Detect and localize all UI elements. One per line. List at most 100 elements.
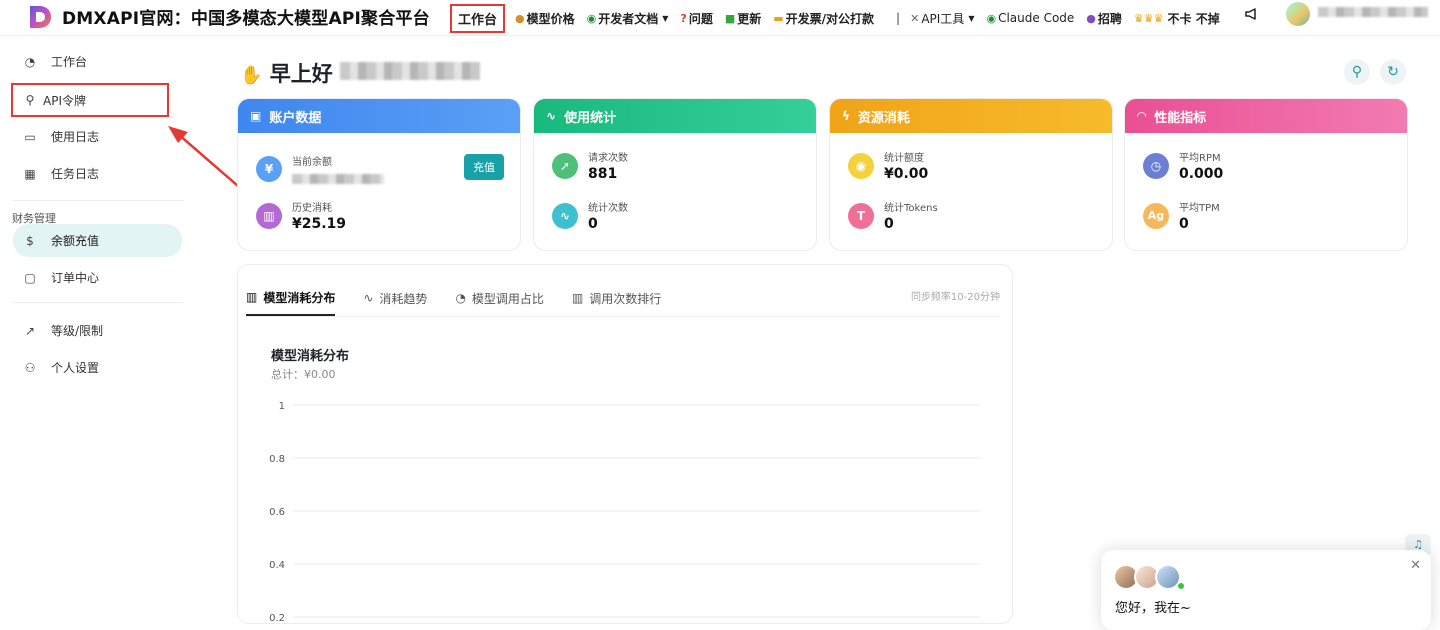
nav-workbench[interactable]: 工作台 [450, 3, 506, 33]
stat-tpm: Ag 平均TPM 0 [1143, 199, 1220, 232]
nav-updates-label: 更新 [737, 11, 762, 26]
waving-hand-icon: ✋ [240, 65, 263, 86]
y-tick-label: 0.8 [269, 454, 285, 465]
sidebar-item-api-token[interactable]: ⚲ API令牌 [11, 83, 169, 117]
chat-widget[interactable]: ✕ 您好，我在~ [1101, 550, 1431, 630]
nav-invoice[interactable]: ▬ 开发票/对公打款 [773, 10, 874, 27]
chevron-down-icon: ▼ [968, 13, 975, 23]
sidebar-item-label: 等级/限制 [51, 324, 104, 338]
stat-quota: ◉ 统计额度 ¥0.00 [848, 149, 928, 182]
nav-invoice-label: 开发票/对公打款 [785, 11, 875, 26]
stat-count-value: 0 [588, 216, 598, 232]
nav-updates[interactable]: ■ 更新 [725, 10, 761, 27]
recharge-button[interactable]: 充值 [464, 154, 504, 180]
sidebar-item-label: 任务日志 [51, 167, 100, 181]
nav-api-tools[interactable]: ✕ API工具 ▼ [910, 10, 974, 27]
sidebar-item-label: 工作台 [51, 55, 88, 69]
close-icon[interactable]: ✕ [1410, 558, 1421, 573]
sidebar-item-settings[interactable]: ⚇ 个人设置 [13, 351, 182, 384]
card-performance-title: 性能指标 [1154, 110, 1207, 126]
sidebar-item-label: 使用日志 [51, 130, 100, 144]
tools-icon: ✕ [910, 11, 920, 25]
refresh-icon: ↻ [1387, 64, 1399, 80]
refresh-button[interactable]: ↻ [1380, 59, 1406, 85]
sidebar-item-label: 余额充值 [51, 234, 100, 248]
y-tick-label: 0.4 [269, 560, 285, 571]
bell-icon: ♫ [1413, 537, 1423, 551]
nav-model-price[interactable]: ● 模型价格 [515, 10, 575, 27]
trend-icon: ↗ [24, 323, 36, 338]
nav-issues[interactable]: ? 问题 [680, 10, 712, 27]
main-nav: 工作台 ● 模型价格 ◉ 开发者文档 ▼ ? 问题 ■ 更新 ▬ 开发票/对公打款 | ✕ A… [450, 0, 1220, 35]
sidebar-divider [13, 302, 183, 303]
stat-quota-label: 统计额度 [884, 153, 924, 164]
sidebar-item-recharge[interactable]: $ 余额充值 [13, 224, 182, 257]
brand-title[interactable]: DMXAPI官网：中国多模态大模型API聚合平台 [62, 4, 430, 29]
sidebar-item-label: API令牌 [43, 93, 86, 108]
stat-count: ∿ 统计次数 0 [552, 199, 628, 232]
stat-rpm-label: 平均RPM [1179, 153, 1221, 164]
card-account-title: 账户数据 [269, 110, 322, 126]
send-icon: ➚ [552, 152, 578, 179]
y-tick-label: 0.6 [269, 507, 285, 518]
wallet-icon: ▣ [250, 109, 262, 123]
dashboard-icon: ◔ [24, 54, 36, 69]
sidebar-item-workbench[interactable]: ◔ 工作台 [13, 45, 182, 78]
book-icon: ■ [724, 11, 736, 25]
nav-hiring[interactable]: ● 招聘 [1086, 10, 1122, 27]
search-button[interactable]: ⚲ [1344, 59, 1370, 85]
greeting-text: 早上好 [269, 62, 333, 86]
megaphone-icon[interactable] [1244, 6, 1258, 20]
stat-tpm-value: 0 [1179, 216, 1189, 232]
chevron-down-icon: ▼ [662, 13, 669, 23]
nav-no-lag[interactable]: ♛♛♛ 不卡 不掉 [1134, 10, 1220, 27]
sidebar-item-orders[interactable]: ▢ 订单中心 [13, 261, 182, 294]
card-account: ▣ 账户数据 ¥ 当前余额 充值 ▥ 历史消耗 ¥25.19 [237, 98, 521, 251]
sidebar-divider [13, 200, 183, 201]
nav-claude-code-label: Claude Code [998, 11, 1075, 25]
sidebar-item-label: 订单中心 [51, 271, 100, 285]
sidebar-item-task-log[interactable]: ▦ 任务日志 [13, 157, 182, 190]
card-performance-header: ◠ 性能指标 [1125, 99, 1407, 133]
greeting-username-blurred [340, 62, 480, 80]
chart-plot: 10.80.60.40.2 [269, 401, 980, 623]
nav-dev-docs[interactable]: ◉ 开发者文档 ▼ [587, 10, 669, 27]
sidebar-item-level[interactable]: ↗ 等级/限制 [13, 314, 182, 347]
stat-tpm-label: 平均TPM [1179, 203, 1220, 214]
stat-rpm: ◷ 平均RPM 0.000 [1143, 149, 1223, 182]
sidebar-item-usage-log[interactable]: ▭ 使用日志 [13, 120, 182, 153]
card-usage-header: ∿ 使用统计 [534, 99, 816, 133]
bar-chart-icon: ▥ [256, 202, 282, 229]
card-resource-header: ϟ 资源消耗 [830, 99, 1112, 133]
user-avatar[interactable] [1286, 2, 1310, 26]
stat-history-value: ¥25.19 [292, 216, 347, 232]
nav-api-tools-label: API工具 [921, 11, 965, 26]
stat-history-label: 历史消耗 [292, 203, 332, 214]
stat-balance-value-blurred [292, 174, 384, 184]
stat-tokens-value: 0 [884, 216, 894, 232]
chat-message: 您好，我在~ [1115, 601, 1191, 616]
user-name-blurred[interactable] [1318, 7, 1428, 17]
card-performance: ◠ 性能指标 ◷ 平均RPM 0.000 Ag 平均TPM 0 [1124, 98, 1408, 251]
nav-dev-docs-label: 开发者文档 [598, 11, 659, 26]
coin-icon: ◉ [848, 152, 874, 179]
card-usage-title: 使用统计 [564, 110, 617, 126]
crown-icon: ♛♛♛ [1133, 11, 1164, 25]
stat-balance: ¥ 当前余额 [256, 153, 384, 184]
nav-no-lag-label: 不卡 不掉 [1167, 11, 1220, 26]
dollar-icon: $ [26, 233, 34, 248]
stat-count-label: 统计次数 [588, 203, 628, 214]
key-icon: ⚲ [25, 93, 35, 107]
text-t-icon: T [848, 202, 874, 229]
stat-rpm-value: 0.000 [1179, 166, 1224, 182]
nav-hiring-label: 招聘 [1097, 11, 1122, 26]
log-icon: ▭ [24, 129, 36, 144]
stat-tokens-label: 统计Tokens [884, 203, 938, 214]
card-usage: ∿ 使用统计 ➚ 请求次数 881 ∿ 统计次数 0 [533, 98, 817, 251]
top-navbar: DMXAPI官网：中国多模态大模型API聚合平台 工作台 ● 模型价格 ◉ 开发者文… [0, 0, 1440, 36]
card-resource: ϟ 资源消耗 ◉ 统计额度 ¥0.00 T 统计Tokens 0 [829, 98, 1113, 251]
nav-claude-code[interactable]: ◉ Claude Code [986, 11, 1074, 25]
greeting: ✋ 早上好 [240, 58, 333, 88]
docs-icon: ◉ [586, 11, 597, 25]
dmxapi-logo-icon[interactable] [28, 4, 52, 30]
